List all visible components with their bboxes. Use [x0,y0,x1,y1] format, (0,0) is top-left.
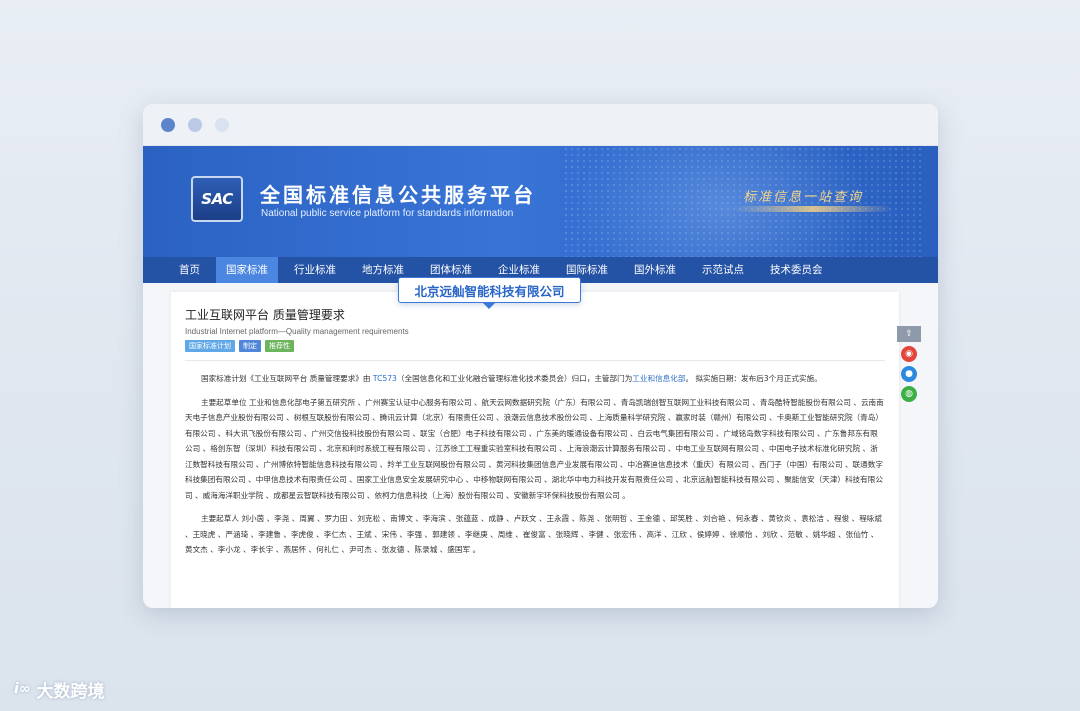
company-tooltip: 北京远舢智能科技有限公司 [398,277,581,309]
browser-window: SAC 全国标准信息公共服务平台 National public service… [143,104,938,608]
tag-type: 制定 [239,340,261,352]
people-list: 刘小茵 、李尧 、周翼 、罗力田 、刘克松 、南博文 、李海滨 、张蕴蓝 、成静… [185,514,882,554]
divider [185,360,885,361]
watermark-text: 大数跨境 [36,681,105,702]
doc-title-en: Industrial Internet platform—Quality man… [185,327,409,336]
people-label: 主要起草人 [201,514,239,523]
share-sidebar: ⇪ ◉ ● ◍ [897,326,921,412]
sac-logo[interactable]: SAC [191,176,243,222]
doc-intro: 国家标准计划《工业互联网平台 质量管理要求》由 TC573（全国信息化和工业化融… [185,371,885,387]
nav-item-home[interactable]: 首页 [169,257,210,283]
watermark: i∞ 大数跨境 [14,677,105,702]
qq-icon[interactable]: ● [901,366,917,382]
window-maximize-dot[interactable] [215,118,229,132]
tag-nature: 推荐性 [265,340,294,352]
site-slogan: 标准信息一站查询 [743,190,864,205]
intro-prefix: 国家标准计划《工业互联网平台 质量管理要求》由 [201,374,373,383]
site-title: 全国标准信息公共服务平台 [260,183,536,207]
window-close-dot[interactable] [161,118,175,132]
nav-item-industry-standards[interactable]: 行业标准 [284,257,346,283]
drafting-units: 主要起草单位 工业和信息化部电子第五研究所 、广州赛宝认证中心服务有限公司 、航… [185,395,885,504]
site-banner: SAC 全国标准信息公共服务平台 National public service… [143,146,938,257]
watermark-logo: i∞ [14,681,31,697]
site-subtitle: National public service platform for sta… [261,208,514,219]
doc-content-panel: 工业互联网平台 质量管理要求 Industrial Internet platf… [171,292,899,608]
logo-text: SAC [201,190,233,208]
drafting-people: 主要起草人 刘小茵 、李尧 、周翼 、罗力田 、刘克松 、南博文 、李海滨 、张… [185,511,885,558]
window-minimize-dot[interactable] [188,118,202,132]
intro-mid: （全国信息化和工业化融合管理标准化技术委员会）归口，主管部门为 [396,374,633,383]
units-list: 工业和信息化部电子第五研究所 、广州赛宝认证中心服务有限公司 、航天云网数据研究… [185,397,884,500]
weibo-icon[interactable]: ◉ [901,346,917,362]
nav-item-national-standards[interactable]: 国家标准 [216,257,278,283]
intro-suffix: 。 拟实施日期：发布后3个月正式实施。 [685,374,822,383]
doc-tags: 国家标准计划 制定 推荐性 [185,340,885,352]
tag-plan: 国家标准计划 [185,340,235,352]
doc-title: 工业互联网平台 质量管理要求 [185,308,345,322]
share-icon[interactable]: ⇪ [897,326,921,342]
wechat-icon[interactable]: ◍ [901,386,917,402]
units-label: 主要起草单位 [201,397,247,407]
nav-item-tech-committee[interactable]: 技术委员会 [760,257,833,283]
nav-item-demo-pilots[interactable]: 示范试点 [692,257,754,283]
tc-link[interactable]: TC573 [373,374,397,383]
dept-link[interactable]: 工业和信息化部 [632,374,685,383]
nav-item-foreign-standards[interactable]: 国外标准 [624,257,686,283]
window-titlebar [143,104,938,146]
